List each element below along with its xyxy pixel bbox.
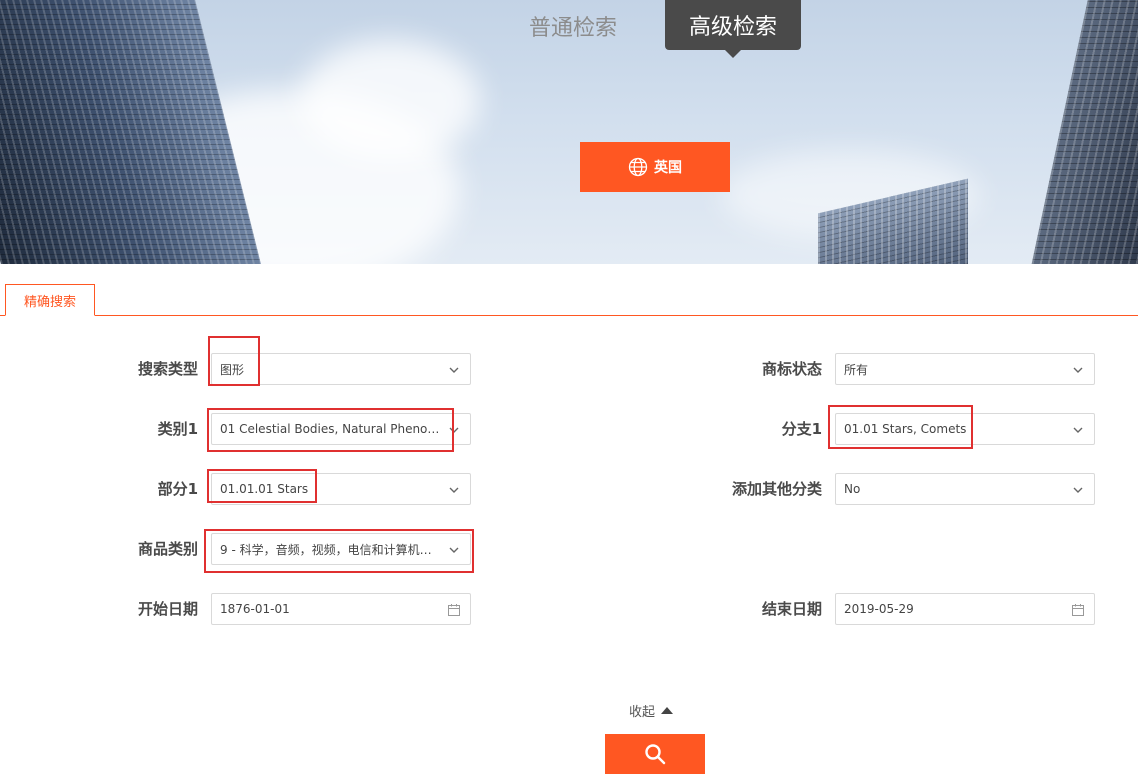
branch1-select[interactable]: 01.01 Stars, Comets	[835, 413, 1095, 445]
category1-value: 01 Celestial Bodies, Natural Phenomena, …	[220, 422, 442, 436]
search-mode-tabs: 精确搜索	[0, 284, 1138, 316]
tab-exact-search[interactable]: 精确搜索	[5, 284, 95, 316]
start-date-label: 开始日期	[137, 600, 198, 618]
search-type-label: 搜索类型	[137, 360, 198, 378]
search-button[interactable]	[605, 734, 705, 774]
chevron-down-icon	[1073, 367, 1083, 373]
add-other-class-select[interactable]: No	[835, 473, 1095, 505]
end-date-label: 结束日期	[761, 600, 822, 618]
category1-label: 类别1	[157, 420, 198, 438]
add-other-class-label: 添加其他分类	[731, 480, 822, 498]
start-date-input[interactable]: 1876-01-01	[211, 593, 471, 625]
chevron-down-icon	[1073, 487, 1083, 493]
goods-class-label: 商品类别	[137, 540, 198, 558]
section1-label: 部分1	[157, 480, 198, 498]
country-select-button[interactable]: 英国	[580, 142, 730, 192]
section1-select[interactable]: 01.01.01 Stars	[211, 473, 471, 505]
category1-select[interactable]: 01 Celestial Bodies, Natural Phenomena, …	[211, 413, 471, 445]
collapse-toggle[interactable]: 收起	[629, 701, 674, 720]
trademark-status-label: 商标状态	[761, 360, 822, 378]
tab-normal-search[interactable]: 普通检索	[529, 10, 617, 42]
hero-banner: 普通检索 高级检索 英国	[0, 0, 1138, 264]
collapse-label: 收起	[629, 705, 656, 720]
tab-exact-label: 精确搜索	[23, 294, 76, 310]
globe-icon	[628, 157, 648, 177]
chevron-down-icon	[449, 367, 459, 373]
search-icon	[645, 744, 666, 765]
end-date-input[interactable]: 2019-05-29	[835, 593, 1095, 625]
chevron-down-icon	[449, 487, 459, 493]
chevron-down-icon	[449, 427, 459, 433]
tab-advanced-search[interactable]: 高级检索	[665, 0, 801, 58]
building-right-image	[1026, 0, 1138, 264]
chevron-down-icon	[449, 547, 459, 553]
section1-value: 01.01.01 Stars	[220, 482, 309, 496]
chevron-down-icon	[1073, 427, 1083, 433]
trademark-status-value: 所有	[844, 362, 869, 377]
calendar-icon[interactable]	[1071, 603, 1085, 617]
search-type-value: 图形	[220, 362, 245, 377]
search-type-select[interactable]: 图形	[211, 353, 471, 385]
branch1-value: 01.01 Stars, Comets	[844, 422, 967, 436]
calendar-icon[interactable]	[447, 603, 461, 617]
add-other-class-value: No	[844, 482, 861, 496]
goods-class-select[interactable]: 9 - 科学，音频，视频，电信和计算机设备	[211, 533, 471, 565]
branch1-label: 分支1	[781, 420, 822, 438]
end-date-value: 2019-05-29	[844, 602, 914, 616]
trademark-status-select[interactable]: 所有	[835, 353, 1095, 385]
start-date-value: 1876-01-01	[220, 602, 290, 616]
country-label: 英国	[654, 160, 682, 176]
triangle-up-icon	[661, 707, 674, 714]
goods-class-value: 9 - 科学，音频，视频，电信和计算机设备	[220, 542, 442, 557]
cloud-decoration	[300, 40, 480, 160]
tab-advanced-label: 高级检索	[688, 15, 777, 40]
